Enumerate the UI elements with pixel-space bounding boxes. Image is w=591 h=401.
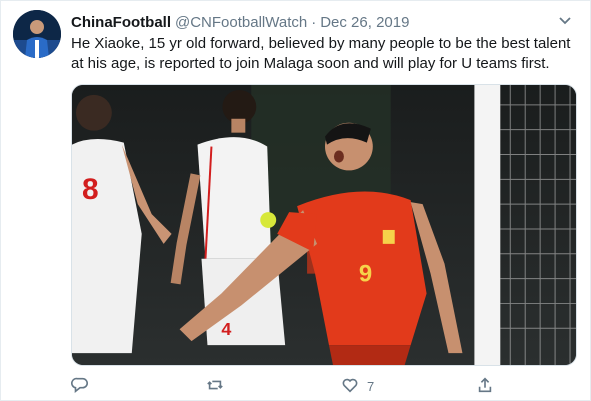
avatar[interactable] bbox=[13, 10, 61, 58]
like-count: 7 bbox=[367, 379, 375, 394]
tweet-header: ChinaFootball @CNFootballWatch · Dec 26,… bbox=[71, 12, 574, 32]
reply-icon bbox=[71, 376, 89, 397]
author-name[interactable]: ChinaFootball bbox=[71, 14, 171, 31]
tweet-text: He Xiaoke, 15 yr old forward, believed b… bbox=[71, 35, 571, 72]
tweet-card[interactable]: ChinaFootball @CNFootballWatch · Dec 26,… bbox=[0, 0, 591, 401]
author-handle[interactable]: @CNFootballWatch bbox=[175, 14, 307, 31]
header-separator: · bbox=[311, 13, 317, 31]
retweet-button[interactable] bbox=[206, 376, 224, 397]
soccer-photo: 8 4 9 bbox=[72, 85, 576, 365]
chevron-down-icon[interactable] bbox=[556, 12, 574, 30]
share-button[interactable] bbox=[476, 376, 494, 397]
share-icon bbox=[476, 376, 494, 397]
away-number-left: 8 bbox=[82, 173, 99, 206]
retweet-icon bbox=[206, 376, 224, 397]
tweet-date[interactable]: Dec 26, 2019 bbox=[320, 14, 409, 31]
home-number: 9 bbox=[359, 261, 372, 288]
away-number-right: 4 bbox=[221, 319, 231, 339]
tweet-actions: 7 bbox=[71, 376, 576, 398]
tweet-photo[interactable]: 8 4 9 bbox=[71, 84, 577, 366]
reply-button[interactable] bbox=[71, 376, 89, 397]
avatar-image bbox=[13, 10, 61, 58]
like-button[interactable]: 7 bbox=[341, 376, 374, 397]
heart-icon bbox=[341, 376, 359, 397]
